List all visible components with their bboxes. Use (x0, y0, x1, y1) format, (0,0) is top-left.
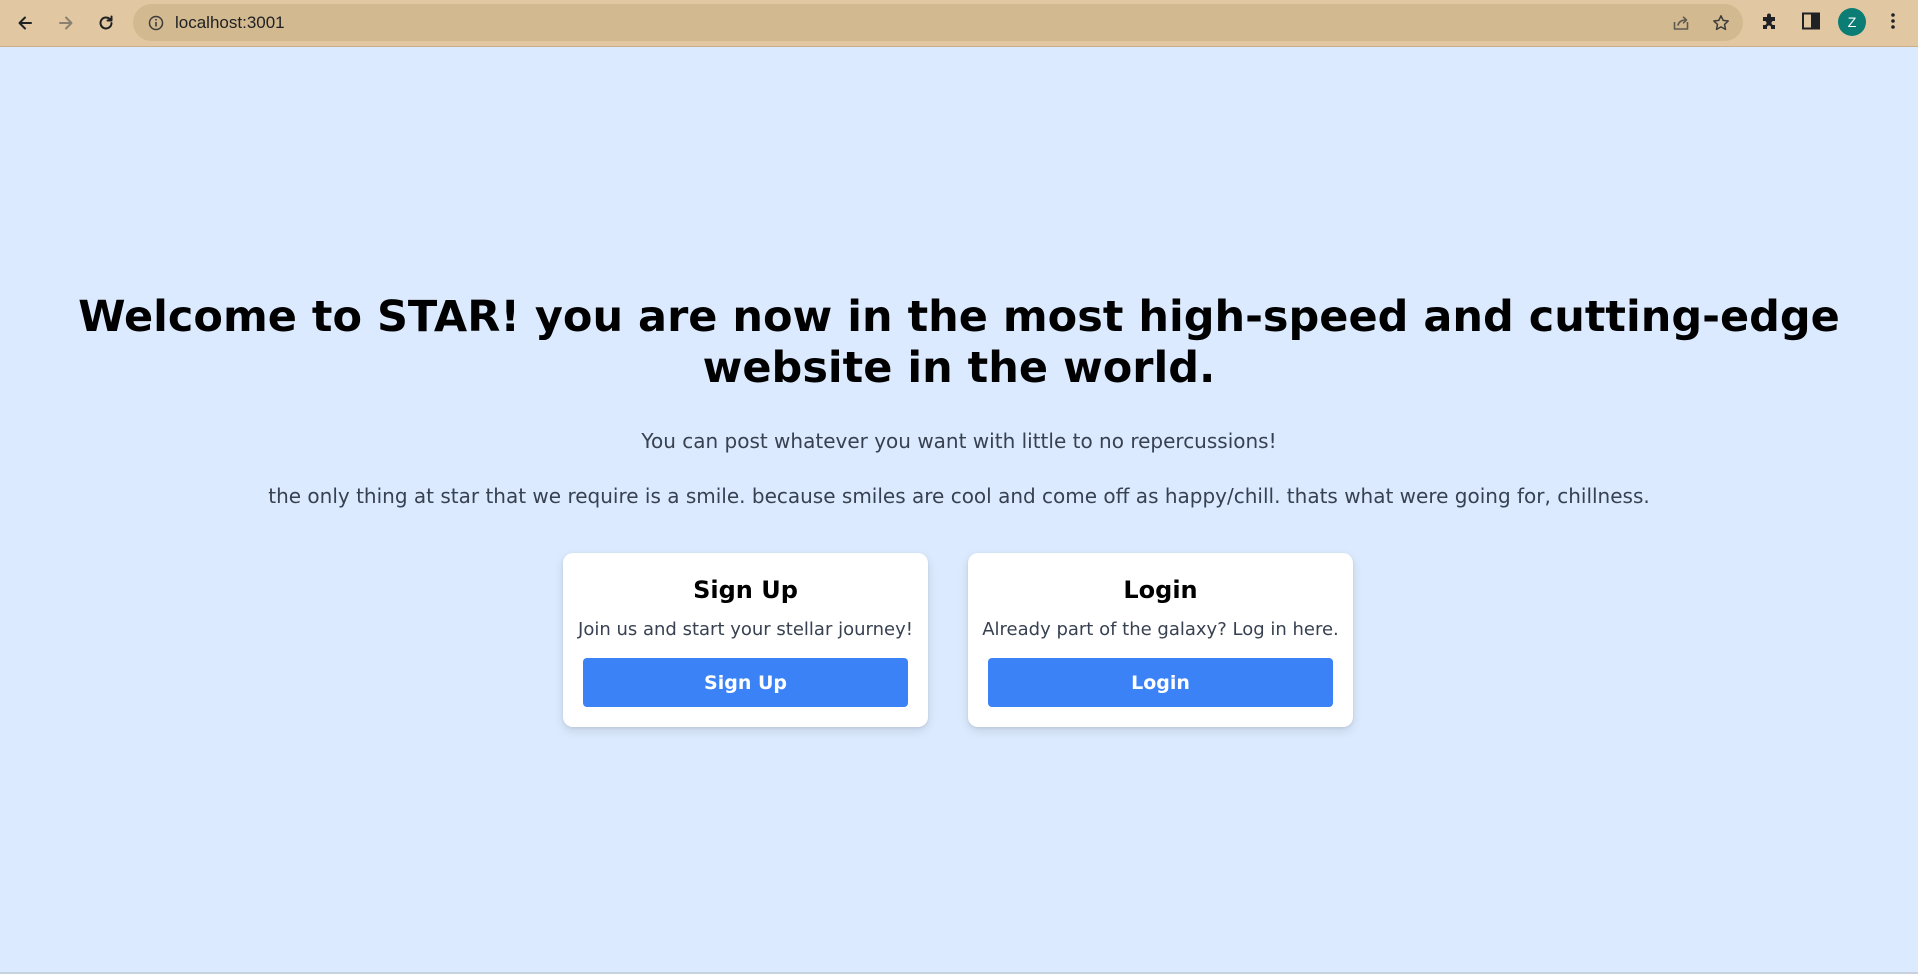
side-panel-icon[interactable] (1800, 10, 1822, 32)
address-bar[interactable]: localhost:3001 (133, 4, 1743, 41)
login-card-title: Login (1123, 576, 1198, 604)
signup-card-description: Join us and start your stellar journey! (578, 619, 913, 640)
login-button[interactable]: Login (988, 658, 1333, 707)
forward-arrow-icon (59, 16, 73, 30)
login-card-description: Already part of the galaxy? Log in here. (982, 619, 1339, 640)
extensions-puzzle-icon[interactable] (1759, 10, 1781, 32)
profile-avatar[interactable]: Z (1838, 8, 1866, 36)
reload-button[interactable] (91, 8, 121, 38)
star-icon[interactable] (1711, 13, 1731, 33)
back-arrow-icon (18, 16, 32, 30)
kebab-menu-icon[interactable] (1882, 10, 1904, 32)
info-icon[interactable] (148, 15, 164, 31)
share-icon[interactable] (1671, 13, 1691, 33)
hero-subtitle-1: You can post whatever you want with litt… (641, 429, 1277, 453)
signup-card-title: Sign Up (693, 576, 798, 604)
hero-subtitle-2: the only thing at star that we require i… (268, 484, 1650, 508)
url-text[interactable]: localhost:3001 (175, 13, 285, 33)
reload-icon (99, 15, 113, 30)
page-title: Welcome to STAR! you are now in the most… (78, 292, 1840, 393)
browser-toolbar: localhost:3001 Z (0, 0, 1918, 47)
forward-button[interactable] (51, 8, 81, 38)
signup-card: Sign Up Join us and start your stellar j… (563, 553, 928, 727)
back-button[interactable] (10, 8, 40, 38)
login-card: Login Already part of the galaxy? Log in… (968, 553, 1353, 727)
signup-button[interactable]: Sign Up (583, 658, 908, 707)
